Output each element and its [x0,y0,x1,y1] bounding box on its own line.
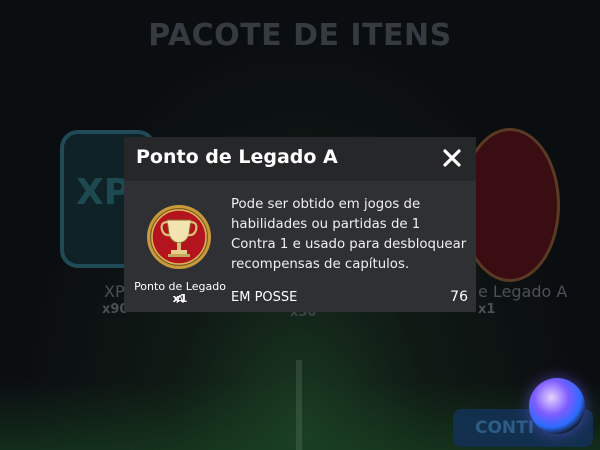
item-info-modal: Ponto de Legado A Ponto de Legado A x1 P… [124,137,476,312]
legacy-card-qty: x1 [478,302,496,317]
pack-title: PACOTE DE ITENS [148,18,452,53]
pitch-line [296,360,302,450]
item-quantity: x1 [172,292,188,305]
owned-label: EM POSSE [231,290,298,305]
trophy-icon [146,204,212,270]
owned-value: 76 [450,289,468,305]
xp-card-text: XP [76,172,131,213]
legacy-card-label: e Legado A [478,282,568,301]
item-description: Pode ser obtido em jogos de habilidades … [231,197,467,272]
close-icon[interactable] [440,146,464,170]
modal-title: Ponto de Legado A [136,146,338,168]
siri-icon[interactable] [529,378,585,434]
xp-card-label: XP [104,282,125,301]
modal-header: Ponto de Legado A [124,137,476,181]
